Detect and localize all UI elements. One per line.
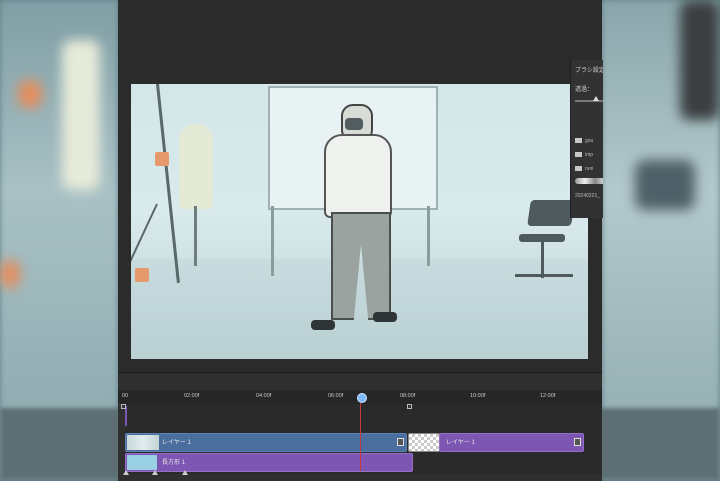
clip-label: レイヤー 1: [162, 440, 191, 446]
preview-chair-seat: [519, 234, 565, 242]
preview-person-shoe: [373, 312, 397, 322]
brush-settings-title: ブラシ設定: [575, 68, 603, 74]
whiteboard-leg: [271, 206, 274, 276]
clip-thumbnail: [127, 435, 159, 450]
brush-folder-label: gou: [585, 138, 594, 144]
brush-folder-row[interactable]: imp: [575, 152, 593, 158]
preview-person-shoe: [311, 320, 335, 330]
keyframe-marker[interactable]: [121, 404, 126, 409]
timeline-clip-layer-1-second[interactable]: レイヤー 1: [439, 433, 584, 452]
brush-preset-name[interactable]: 20240221_: [575, 193, 600, 199]
brush-folder-label: runi: [585, 166, 594, 172]
clip-end-handle[interactable]: [397, 438, 404, 446]
folder-icon: [575, 166, 582, 172]
ruler-label: 00: [122, 393, 129, 399]
preview-person-body: [324, 134, 392, 218]
ruler-label: 02:00f: [184, 393, 200, 399]
zoom-out-icon[interactable]: [123, 470, 129, 475]
keyframe-marker[interactable]: [407, 404, 412, 409]
brush-settings-panel: ブラシ設定 透過： gou imp runi 20240221_: [570, 60, 603, 218]
brush-folder-row[interactable]: runi: [575, 166, 593, 172]
timeline-clip-layer-1[interactable]: レイヤー 1: [125, 433, 407, 452]
preview-orange-light: [155, 152, 169, 166]
ruler-label: 04:00f: [256, 393, 272, 399]
brush-opacity-label: 透過：: [575, 87, 594, 93]
preview-person-mask: [345, 118, 363, 130]
preview-chair-back: [527, 200, 575, 226]
preview-mannequin-stand: [194, 206, 197, 266]
preview-orange-light: [135, 268, 149, 282]
video-preview-canvas[interactable]: [131, 84, 588, 359]
zoom-in-icon[interactable]: [182, 470, 188, 475]
ruler-label: 08:00f: [400, 393, 416, 399]
preview-mannequin: [179, 124, 213, 209]
clip-end-handle[interactable]: [574, 438, 581, 446]
playhead-line: [360, 403, 361, 471]
timeline-clip-rectangle-1[interactable]: 長方形 1: [125, 453, 413, 472]
blurred-panel: [680, 0, 720, 120]
preview-chair-base: [515, 274, 573, 277]
ruler-label: 12:00f: [540, 393, 556, 399]
work-area-start[interactable]: [125, 406, 127, 426]
ruler-label: 06:00f: [328, 393, 344, 399]
zoom-slider-knob[interactable]: [152, 470, 158, 475]
blurred-mannequin: [62, 40, 100, 190]
brush-stroke-preview: [575, 178, 603, 184]
playhead-handle[interactable]: [357, 393, 367, 403]
folder-icon: [575, 152, 582, 158]
preview-chair-leg: [541, 242, 544, 278]
ruler-label: 10:00f: [470, 393, 486, 399]
whiteboard-leg: [427, 206, 430, 266]
video-editor-window: ブラシ設定 透過： gou imp runi 20240221_ 00 02:0…: [118, 0, 603, 481]
blurred-orange-light: [0, 260, 20, 288]
timeline-panel: 00 02:00f 04:00f 06:00f 08:00f 10:00f 12…: [118, 372, 602, 481]
brush-opacity-knob[interactable]: [593, 96, 599, 101]
folder-icon: [575, 138, 582, 144]
clip-thumbnail: [127, 455, 157, 470]
brush-folder-row[interactable]: gou: [575, 138, 593, 144]
blurred-orange-light: [18, 80, 42, 108]
blurred-chair: [635, 160, 695, 210]
clip-label: 長方形 1: [162, 460, 186, 466]
timeline-transparent-gap[interactable]: [408, 433, 440, 452]
clip-label: レイヤー 1: [446, 440, 475, 446]
brush-folder-label: imp: [585, 152, 594, 158]
